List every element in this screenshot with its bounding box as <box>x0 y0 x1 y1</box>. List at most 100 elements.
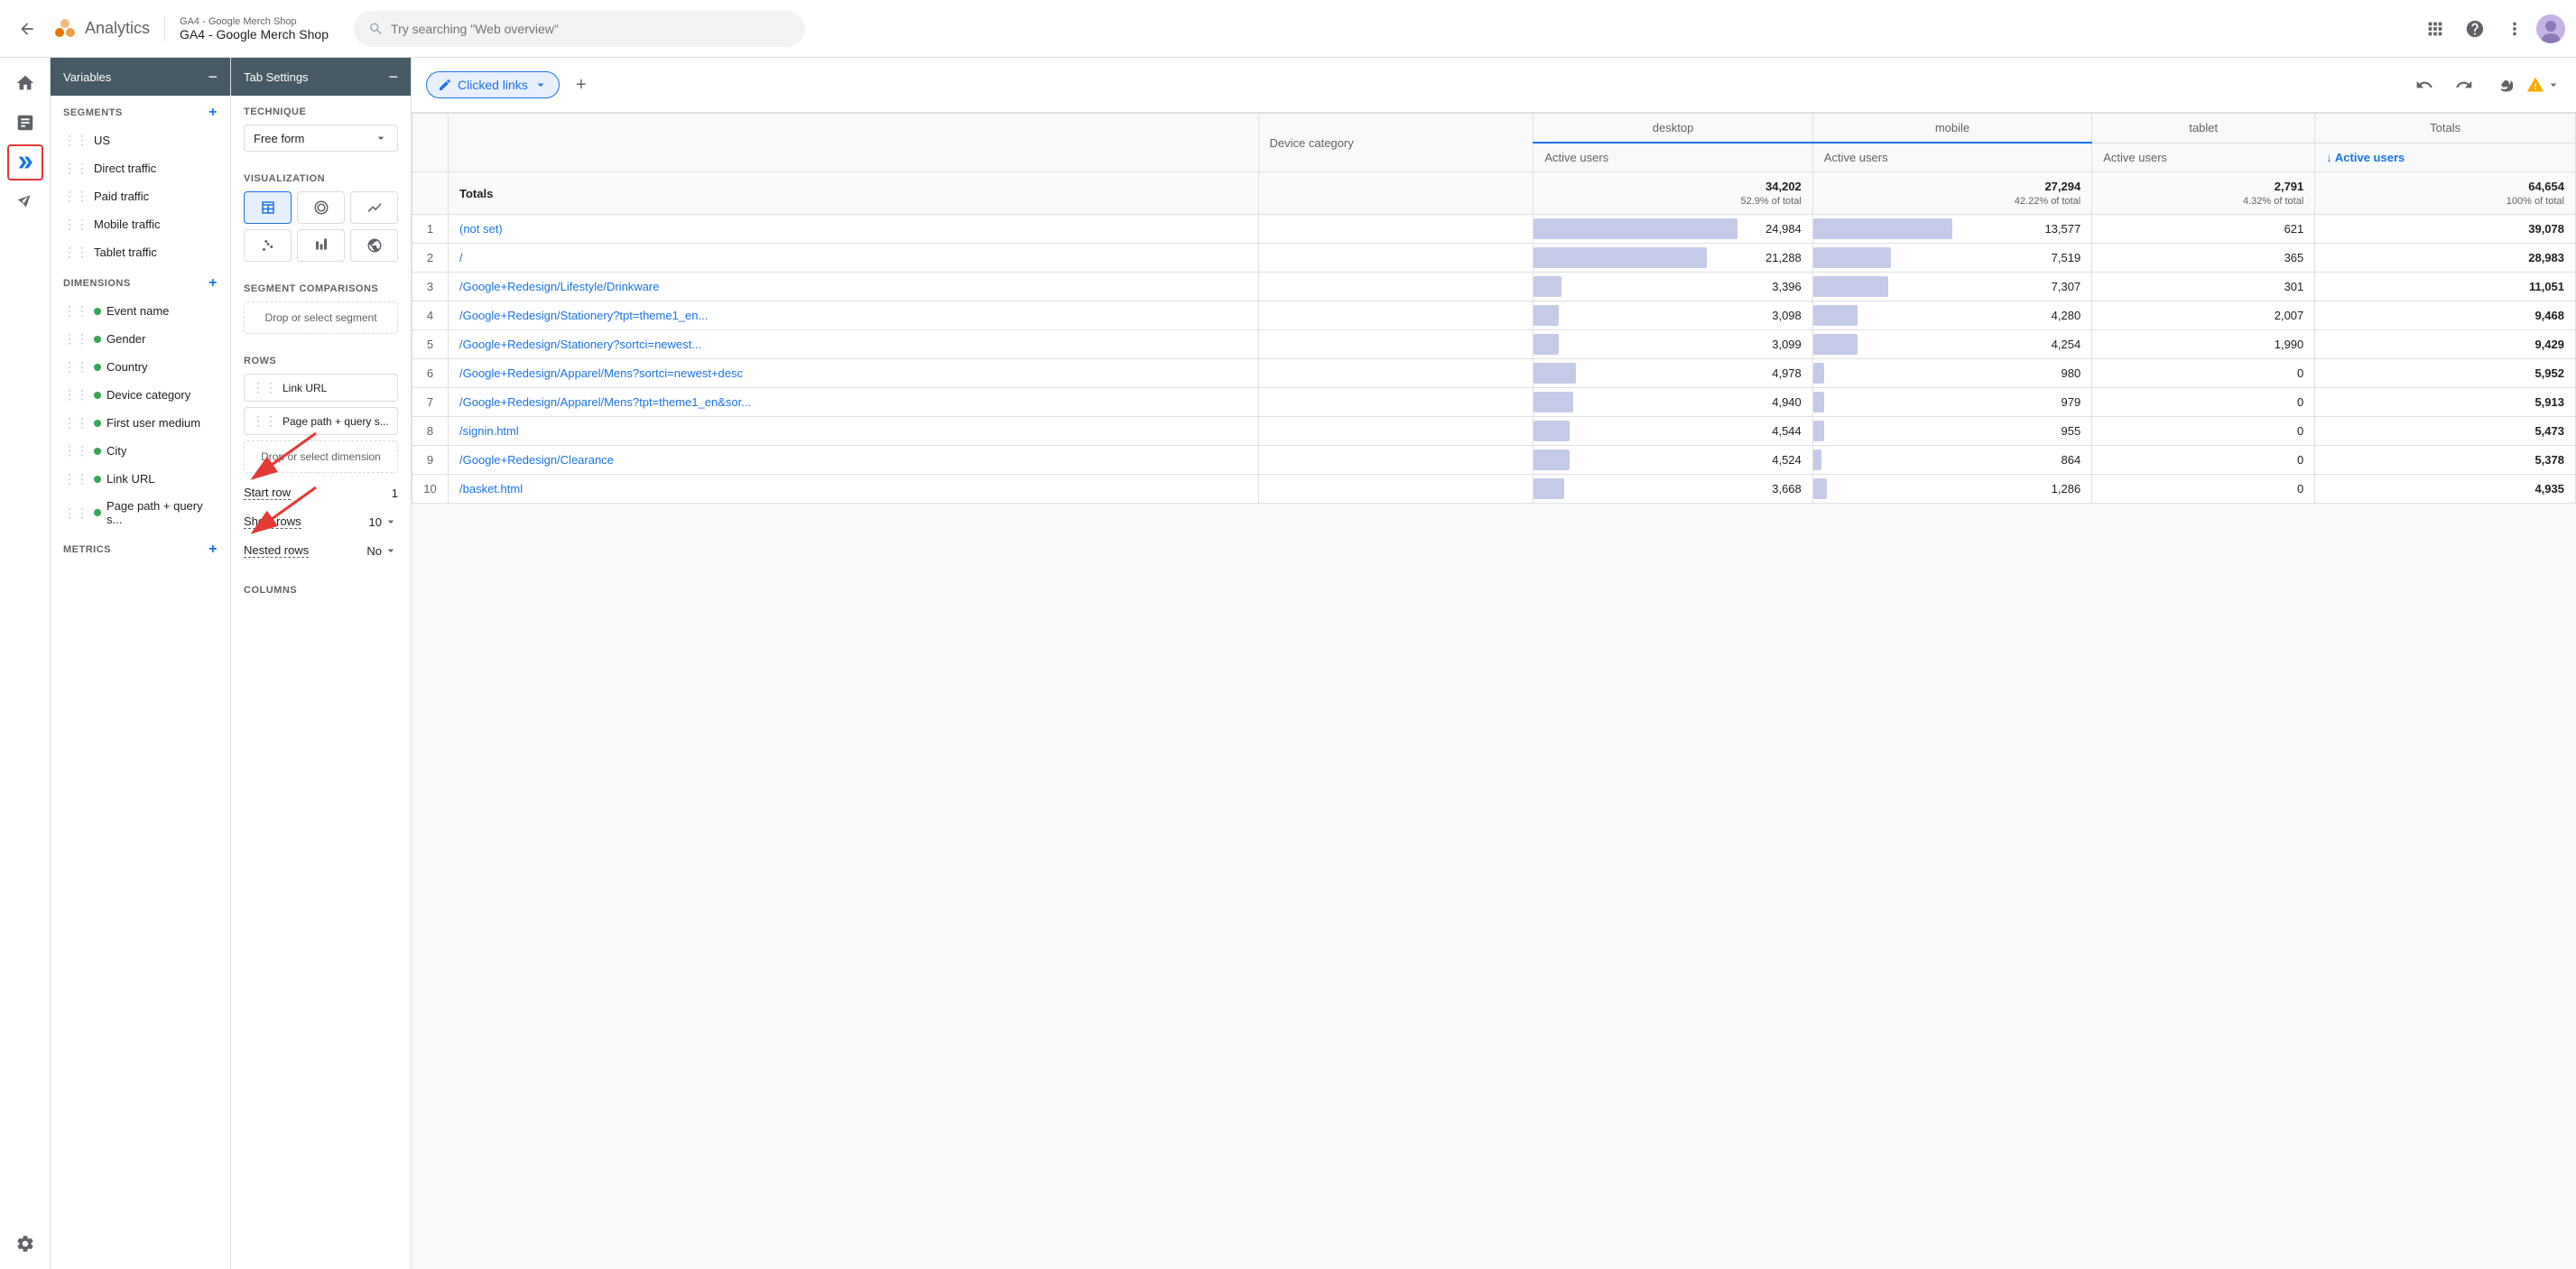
account-sub: GA4 - Google Merch Shop <box>180 16 329 27</box>
dimension-country[interactable]: ⋮⋮ Country <box>51 353 230 381</box>
add-segment-button[interactable]: + <box>208 105 218 121</box>
start-row-label[interactable]: Start row <box>244 486 291 500</box>
technique-select[interactable]: Free form <box>244 125 398 152</box>
totals-metric-header[interactable]: ↓ Active users <box>2315 143 2576 172</box>
nested-rows-label[interactable]: Nested rows <box>244 543 309 558</box>
dimensions-label: DIMENSIONS <box>63 278 131 289</box>
viz-line-button[interactable] <box>350 191 398 224</box>
add-tab-button[interactable]: + <box>567 70 596 99</box>
add-dimension-button[interactable]: + <box>208 275 218 292</box>
columns-section-header: COLUMNS <box>231 576 411 601</box>
variables-panel: Variables − SEGMENTS + ⋮⋮ US ⋮⋮ Direct t… <box>51 58 231 1269</box>
show-rows-label[interactable]: Show rows <box>244 514 301 529</box>
undo-button[interactable] <box>2406 67 2442 103</box>
segment-mobile-traffic[interactable]: ⋮⋮ Mobile traffic <box>51 210 230 238</box>
nav-advertising[interactable] <box>7 184 43 220</box>
dimension-link-url[interactable]: ⋮⋮ Link URL <box>51 465 230 493</box>
search-bar[interactable] <box>354 11 805 47</box>
viz-donut-button[interactable] <box>297 191 345 224</box>
nested-rows-line: Nested rows No <box>244 536 398 565</box>
drop-dimension-label: Drop or select dimension <box>261 450 381 463</box>
dimension-city[interactable]: ⋮⋮ City <box>51 437 230 465</box>
tablet-metric-header[interactable]: Active users <box>2092 143 2315 172</box>
row-desktop: 3,098 <box>1534 301 1812 330</box>
help-button[interactable] <box>2457 11 2493 47</box>
logo-label: Analytics <box>85 19 150 38</box>
table-row[interactable]: 2 / 21,288 7,519 365 28,983 <box>412 244 2576 273</box>
nav-home[interactable] <box>7 65 43 101</box>
segment-direct-traffic[interactable]: ⋮⋮ Direct traffic <box>51 154 230 182</box>
totals-num-cell <box>412 172 449 215</box>
add-metric-button[interactable]: + <box>208 542 218 558</box>
main-table: Device category desktop mobile tablet To… <box>412 113 2576 504</box>
table-row[interactable]: 9 /Google+Redesign/Clearance 4,524 864 0… <box>412 446 2576 475</box>
table-row[interactable]: 3 /Google+Redesign/Lifestyle/Drinkware 3… <box>412 273 2576 301</box>
variables-panel-header: Variables − <box>51 58 230 96</box>
drop-dimension-zone[interactable]: Drop or select dimension <box>244 440 398 473</box>
segment-mobile-label: Mobile traffic <box>94 218 160 231</box>
row-page <box>1258 301 1534 330</box>
more-button[interactable] <box>2497 11 2533 47</box>
warning-button[interactable] <box>2525 67 2562 103</box>
dimension-first-user-medium[interactable]: ⋮⋮ First user medium <box>51 409 230 437</box>
drag-handle-icon: ⋮⋮ <box>63 415 88 431</box>
tab-settings-minus[interactable]: − <box>388 69 398 85</box>
viz-bar-button[interactable] <box>297 229 345 262</box>
avatar[interactable] <box>2536 14 2565 43</box>
table-row[interactable]: 1 (not set) 24,984 13,577 621 39,078 <box>412 215 2576 244</box>
desktop-metric-header[interactable]: Active users <box>1534 143 1812 172</box>
metrics-section-header: METRICS + <box>51 533 230 563</box>
drop-segment-zone[interactable]: Drop or select segment <box>244 301 398 334</box>
viz-scatter-button[interactable] <box>244 229 292 262</box>
green-dot <box>94 392 101 399</box>
dimension-device-category[interactable]: ⋮⋮ Device category <box>51 381 230 409</box>
viz-geo-button[interactable] <box>350 229 398 262</box>
show-rows-line: Show rows 10 <box>244 507 398 536</box>
segment-tablet-traffic[interactable]: ⋮⋮ Tablet traffic <box>51 238 230 266</box>
row-tablet: 0 <box>2092 446 2315 475</box>
nav-reports[interactable] <box>7 105 43 141</box>
back-button[interactable] <box>11 13 43 45</box>
variables-minus[interactable]: − <box>208 69 218 85</box>
table-row[interactable]: 8 /signin.html 4,544 955 0 5,473 <box>412 417 2576 446</box>
row-mobile: 7,519 <box>1812 244 2091 273</box>
row-page <box>1258 417 1534 446</box>
dimension-page-path-+-query-s...[interactable]: ⋮⋮ Page path + query s... <box>51 493 230 533</box>
table-row[interactable]: 10 /basket.html 3,668 1,286 0 4,935 <box>412 475 2576 504</box>
row-page-path[interactable]: ⋮⋮ Page path + query s... <box>244 407 398 435</box>
segment-paid-traffic[interactable]: ⋮⋮ Paid traffic <box>51 182 230 210</box>
table-row[interactable]: 6 /Google+Redesign/Apparel/Mens?sortci=n… <box>412 359 2576 388</box>
search-input[interactable] <box>391 22 791 36</box>
row-num-header <box>412 114 449 172</box>
row-desktop: 3,668 <box>1534 475 1812 504</box>
drag-handle-icon: ⋮⋮ <box>252 380 277 395</box>
table-row[interactable]: 5 /Google+Redesign/Stationery?sortci=new… <box>412 330 2576 359</box>
dimension-event-name[interactable]: ⋮⋮ Event name <box>51 297 230 325</box>
totals-mobile-cell: 27,29442.22% of total <box>1812 172 2091 215</box>
dimension-gender[interactable]: ⋮⋮ Gender <box>51 325 230 353</box>
show-rows-dropdown-icon[interactable] <box>384 514 398 529</box>
topbar: Analytics GA4 - Google Merch Shop GA4 - … <box>0 0 2576 58</box>
nav-settings[interactable] <box>7 1226 43 1262</box>
tab-dropdown-icon[interactable] <box>533 78 548 92</box>
share-button[interactable] <box>2486 67 2522 103</box>
row-page <box>1258 244 1534 273</box>
row-tablet: 301 <box>2092 273 2315 301</box>
nav-explore[interactable] <box>7 144 43 181</box>
row-link: /signin.html <box>449 417 1259 446</box>
row-link-url[interactable]: ⋮⋮ Link URL <box>244 374 398 402</box>
table-row[interactable]: 4 /Google+Redesign/Stationery?tpt=theme1… <box>412 301 2576 330</box>
mobile-metric-header[interactable]: Active users <box>1812 143 2091 172</box>
columns-label: COLUMNS <box>244 585 297 596</box>
clicked-links-tab[interactable]: Clicked links <box>426 71 560 98</box>
row-total: 39,078 <box>2315 215 2576 244</box>
drag-handle-icon: ⋮⋮ <box>63 443 88 459</box>
viz-table-button[interactable] <box>244 191 292 224</box>
nested-rows-dropdown-icon[interactable] <box>384 543 398 558</box>
row-num: 6 <box>412 359 449 388</box>
tab-settings-title: Tab Settings <box>244 70 309 84</box>
table-row[interactable]: 7 /Google+Redesign/Apparel/Mens?tpt=them… <box>412 388 2576 417</box>
redo-button[interactable] <box>2446 67 2482 103</box>
apps-button[interactable] <box>2417 11 2453 47</box>
segment-us[interactable]: ⋮⋮ US <box>51 126 230 154</box>
